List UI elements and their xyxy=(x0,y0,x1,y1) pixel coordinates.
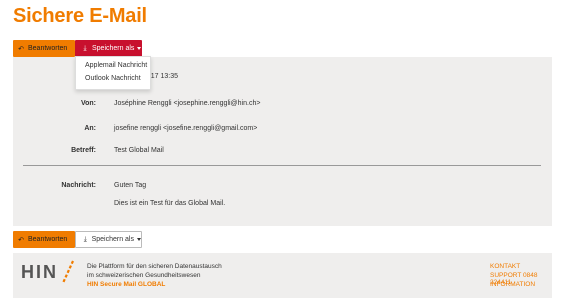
reply-button-label: Beantworten xyxy=(28,45,68,52)
save-as-button-bottom[interactable]: ⤓ Speichern als xyxy=(75,231,142,248)
dropdown-item-outlook[interactable]: Outlook Nachricht xyxy=(85,75,141,82)
to-label: An: xyxy=(84,125,96,132)
hin-logo: HIN xyxy=(21,262,58,282)
save-as-button-bottom-label: Speichern als xyxy=(91,236,134,243)
reply-arrow-icon: ↶ xyxy=(18,45,24,53)
footer-line-1: Die Plattform für den sicheren Datenaust… xyxy=(87,263,222,270)
from-label: Von: xyxy=(80,100,96,107)
subject-value: Test Global Mail xyxy=(114,147,164,154)
caret-down-icon xyxy=(137,47,142,50)
save-as-button-label: Speichern als xyxy=(92,45,135,52)
to-value: josefine renggli <josefine.renggli@gmail… xyxy=(114,125,258,132)
download-icon: ⤓ xyxy=(83,235,87,243)
hin-logo-slash-icon xyxy=(61,260,75,284)
footer-link-contact[interactable]: KONTAKT xyxy=(490,263,560,270)
divider xyxy=(23,165,541,166)
reply-button-bottom[interactable]: ↶ Beantworten xyxy=(13,231,75,248)
reply-arrow-icon: ↶ xyxy=(18,236,24,244)
page-title: Sichere E-Mail xyxy=(13,5,147,27)
footer-line-2: im schweizerischen Gesundheitswesen xyxy=(87,272,201,279)
bottom-toolbar: ↶ Beantworten ⤓ Speichern als xyxy=(0,226,565,253)
body-line-greeting: Guten Tag xyxy=(114,182,147,189)
footer-link-information[interactable]: INFORMATION xyxy=(490,281,560,288)
body-label: Nachricht: xyxy=(61,182,96,189)
subject-label: Betreff: xyxy=(71,147,96,154)
save-as-button[interactable]: ⤓ Speichern als xyxy=(75,40,142,57)
from-value: Joséphine Renggli <josephine.renggli@hin… xyxy=(114,100,261,107)
footer-brand: HIN Secure Mail GLOBAL xyxy=(87,281,166,288)
reply-button-bottom-label: Beantworten xyxy=(28,236,68,243)
dropdown-item-applemail[interactable]: Applemail Nachricht xyxy=(85,62,147,69)
caret-down-icon xyxy=(137,238,141,241)
footer: HIN Die Plattform für den sicheren Daten… xyxy=(13,253,552,298)
body-line-text: Dies ist ein Test für das Global Mail. xyxy=(114,200,226,207)
download-icon: ⤓ xyxy=(83,44,87,52)
reply-button[interactable]: ↶ Beantworten xyxy=(13,40,75,57)
save-as-dropdown-menu: Applemail Nachricht Outlook Nachricht xyxy=(75,56,151,90)
